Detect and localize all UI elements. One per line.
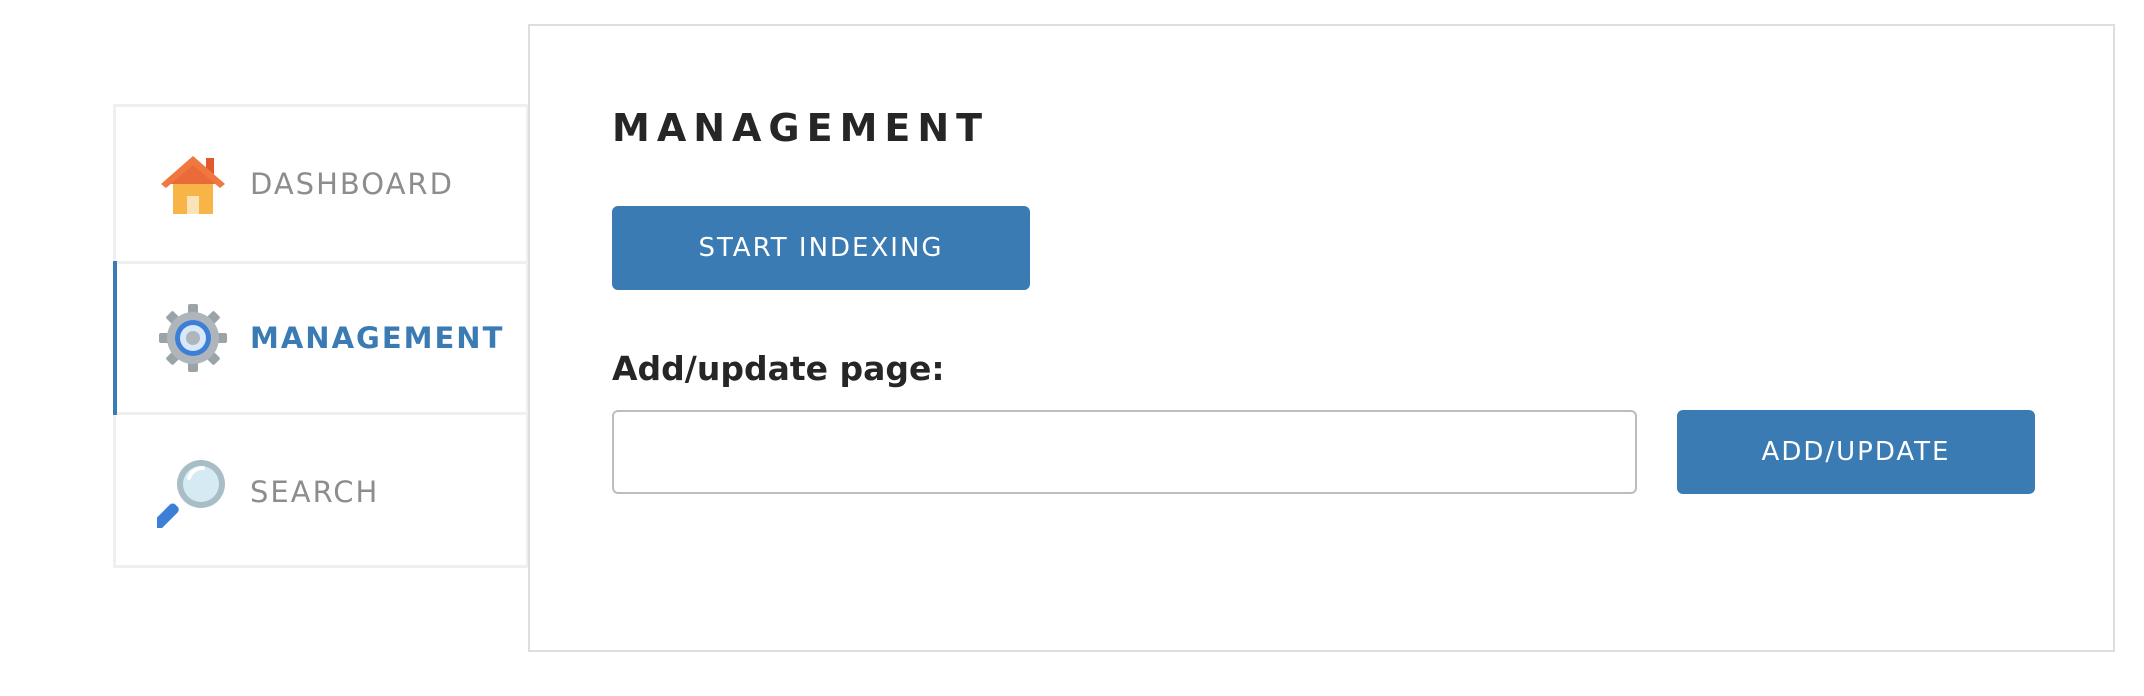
gear-icon	[159, 304, 227, 372]
sidebar-item-dashboard[interactable]: DASHBOARD	[116, 107, 526, 261]
add-update-button[interactable]: ADD/UPDATE	[1677, 410, 2035, 494]
sidebar: DASHBOARD MANAGEMENT SEARCH	[113, 104, 529, 568]
add-update-label: Add/update page:	[612, 349, 945, 388]
start-indexing-button[interactable]: START INDEXING	[612, 206, 1030, 290]
magnifier-icon	[157, 460, 225, 528]
sidebar-item-label: MANAGEMENT	[250, 321, 505, 355]
management-panel: MANAGEMENT START INDEXING Add/update pag…	[528, 24, 2115, 652]
house-icon	[161, 156, 225, 214]
sidebar-item-label: DASHBOARD	[250, 167, 454, 201]
sidebar-item-label: SEARCH	[250, 475, 380, 509]
page: DASHBOARD MANAGEMENT SEARCH MANAGEMENT S…	[0, 0, 2144, 696]
page-title: MANAGEMENT	[612, 106, 990, 150]
sidebar-item-management[interactable]: MANAGEMENT	[113, 261, 526, 415]
page-url-input[interactable]	[612, 410, 1637, 494]
sidebar-item-search[interactable]: SEARCH	[116, 415, 526, 569]
